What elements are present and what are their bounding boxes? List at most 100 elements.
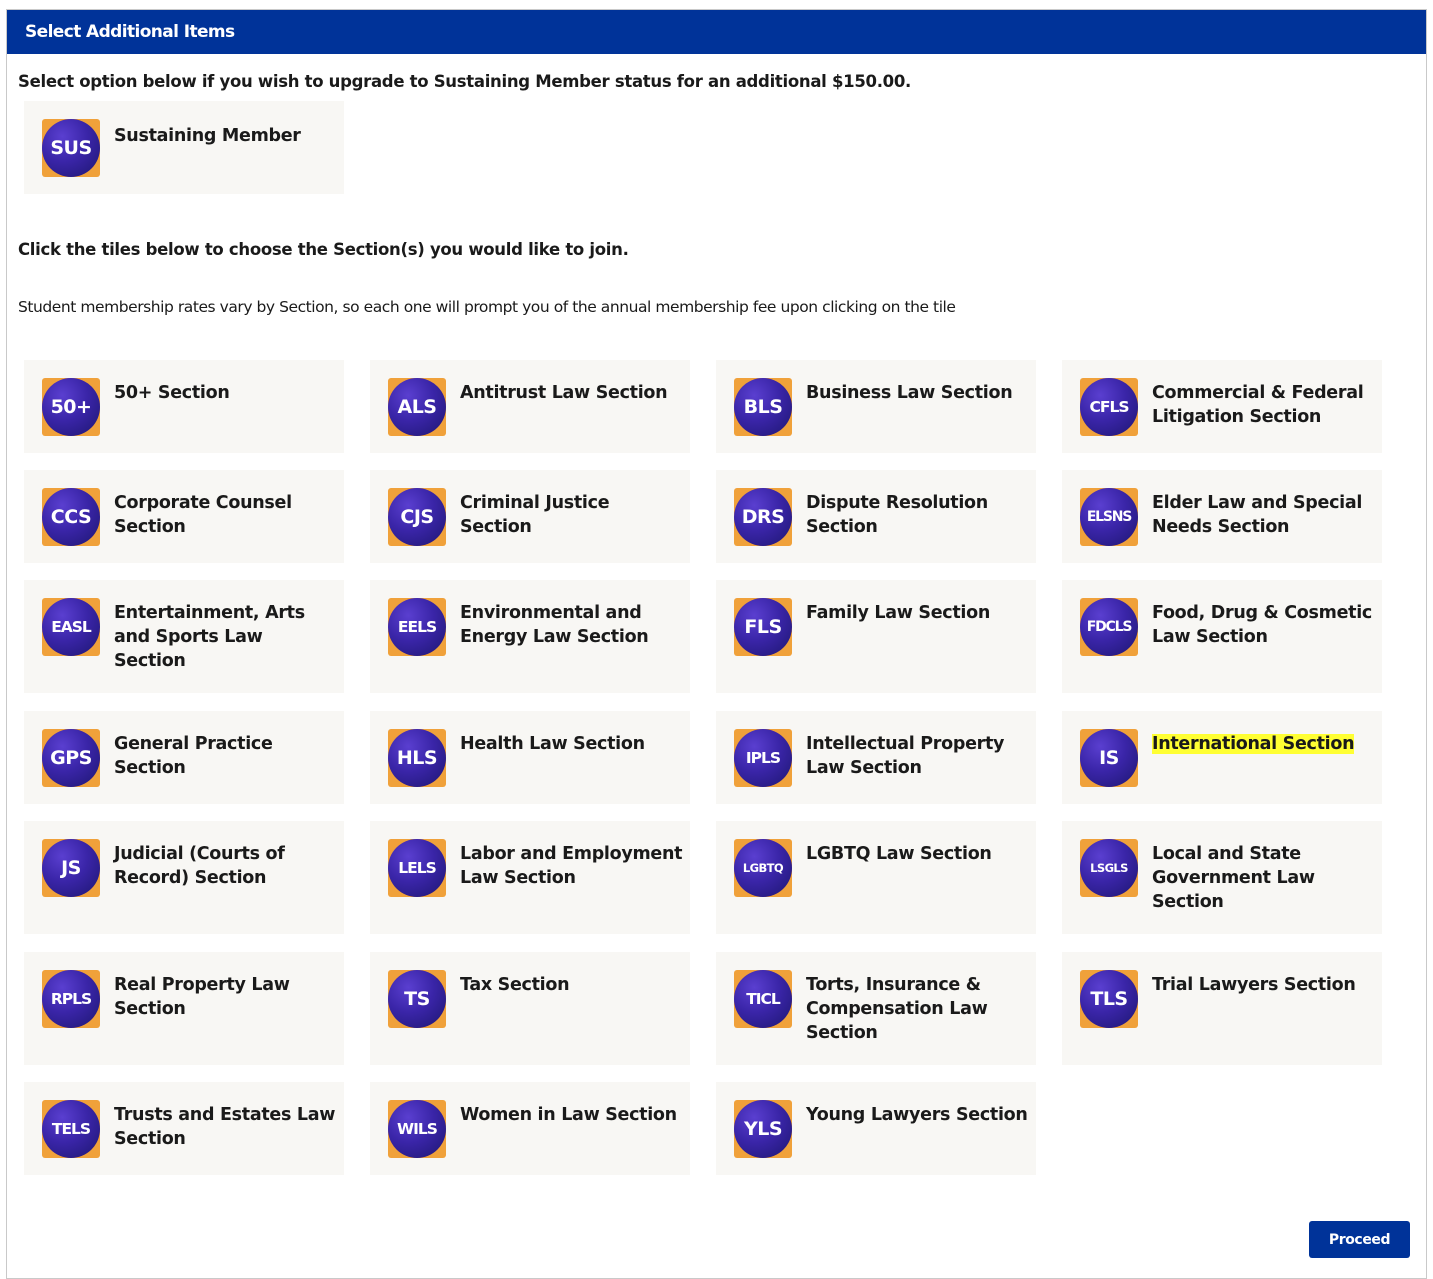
tile-sustaining-member[interactable]: SUS Sustaining Member (24, 101, 344, 194)
section-tile-cfls[interactable]: CFLS Commercial & Federal Litigation Sect… (1062, 360, 1382, 453)
highlighted-label: International Section (1152, 734, 1355, 754)
badge-cjs-icon: CJS (388, 488, 446, 546)
badge-lels-icon: LELS (388, 839, 446, 897)
tile-badge: ELSNS (1080, 488, 1138, 546)
tile-badge: TS (388, 970, 446, 1028)
section-tile-tls[interactable]: TLS Trial Lawyers Section (1062, 952, 1382, 1065)
section-tile-yls[interactable]: YLS Young Lawyers Section (716, 1082, 1036, 1175)
badge-drs-icon: DRS (734, 488, 792, 546)
tile-label: Food, Drug & Cosmetic Law Section (1152, 603, 1372, 647)
section-tile-ts[interactable]: TS Tax Section (370, 952, 690, 1065)
tile-badge: JS (42, 839, 100, 897)
tile-label: 50+ Section (114, 383, 230, 403)
sections-note: Student membership rates vary by Section… (18, 298, 956, 316)
tile-badge: ALS (388, 378, 446, 436)
tile-label: Trusts and Estates Law Section (114, 1105, 336, 1149)
section-tile-ccs[interactable]: CCS Corporate Counsel Section (24, 470, 344, 563)
badge-50-icon: 50+ (42, 378, 100, 436)
tile-label: Judicial (Courts of Record) Section (114, 844, 285, 888)
tile-label: Labor and Employment Law Section (460, 844, 683, 888)
badge-ipls-icon: IPLS (734, 729, 792, 787)
badge-ts-icon: TS (388, 970, 446, 1028)
section-tile-lsgls[interactable]: LSGLS Local and State Government Law Sect… (1062, 821, 1382, 934)
section-tile-lels[interactable]: LELS Labor and Employment Law Section (370, 821, 690, 934)
tile-label: Environmental and Energy Law Section (460, 603, 649, 647)
tile-label: Trial Lawyers Section (1152, 975, 1356, 995)
tile-badge: LGBTQ (734, 839, 792, 897)
badge-yls-icon: YLS (734, 1100, 792, 1158)
section-tile-js[interactable]: JS Judicial (Courts of Record) Section (24, 821, 344, 934)
section-tile-tels[interactable]: TELS Trusts and Estates Law Section (24, 1082, 344, 1175)
section-tile-gps[interactable]: GPS General Practice Section (24, 711, 344, 804)
badge-wils-icon: WILS (388, 1100, 446, 1158)
badge-fdcls-icon: FDCLS (1080, 598, 1138, 656)
tile-badge: LELS (388, 839, 446, 897)
section-tile-eels[interactable]: EELS Environmental and Energy Law Section (370, 580, 690, 693)
tile-badge: EASL (42, 598, 100, 656)
tile-label: Real Property Law Section (114, 975, 290, 1019)
section-tile-easl[interactable]: EASL Entertainment, Arts and Sports Law S… (24, 580, 344, 693)
tile-label: Intellectual Property Law Section (806, 734, 1005, 778)
tile-label: Torts, Insurance & Compensation Law Sect… (806, 975, 988, 1043)
tile-badge: TLS (1080, 970, 1138, 1028)
upgrade-prompt: Select option below if you wish to upgra… (18, 72, 911, 91)
section-tile-fls[interactable]: FLS Family Law Section (716, 580, 1036, 693)
section-tile-is[interactable]: IS International Section (1062, 711, 1382, 804)
proceed-button[interactable]: Proceed (1309, 1221, 1410, 1258)
badge-rpls-icon: RPLS (42, 970, 100, 1028)
section-tile-hls[interactable]: HLS Health Law Section (370, 711, 690, 804)
badge-tls-icon: TLS (1080, 970, 1138, 1028)
tile-label: Young Lawyers Section (806, 1105, 1028, 1125)
section-tile-ticl[interactable]: TICL Torts, Insurance & Compensation Law … (716, 952, 1036, 1065)
tile-badge: EELS (388, 598, 446, 656)
badge-hls-icon: HLS (388, 729, 446, 787)
badge-lsgls-icon: LSGLS (1080, 839, 1138, 897)
tile-badge: FLS (734, 598, 792, 656)
section-tile-wils[interactable]: WILS Women in Law Section (370, 1082, 690, 1175)
badge-fls-icon: FLS (734, 598, 792, 656)
tile-label: Antitrust Law Section (460, 383, 668, 403)
tile-badge: IS (1080, 729, 1138, 787)
tile-badge: FDCLS (1080, 598, 1138, 656)
tile-label: Local and State Government Law Section (1152, 844, 1315, 912)
tile-label: Elder Law and Special Needs Section (1152, 493, 1363, 537)
badge-js-icon: JS (42, 839, 100, 897)
badge-bls-icon: BLS (734, 378, 792, 436)
badge-cfls-icon: CFLS (1080, 378, 1138, 436)
tile-label: LGBTQ Law Section (806, 844, 992, 864)
section-tile-bls[interactable]: BLS Business Law Section (716, 360, 1036, 453)
sections-prompt: Click the tiles below to choose the Sect… (18, 240, 629, 259)
tile-badge: TELS (42, 1100, 100, 1158)
section-tile-fdcls[interactable]: FDCLS Food, Drug & Cosmetic Law Section (1062, 580, 1382, 693)
tile-label: Criminal Justice Section (460, 493, 610, 537)
badge-ticl-icon: TICL (734, 970, 792, 1028)
section-tile-drs[interactable]: DRS Dispute Resolution Section (716, 470, 1036, 563)
section-tile-cjs[interactable]: CJS Criminal Justice Section (370, 470, 690, 563)
badge-gps-icon: GPS (42, 729, 100, 787)
badge-sus-icon: SUS (42, 119, 100, 177)
tile-badge: CCS (42, 488, 100, 546)
tile-badge: LSGLS (1080, 839, 1138, 897)
tile-label: Family Law Section (806, 603, 990, 623)
tile-badge: DRS (734, 488, 792, 546)
tile-badge: RPLS (42, 970, 100, 1028)
tile-label: General Practice Section (114, 734, 273, 778)
tile-badge: WILS (388, 1100, 446, 1158)
section-tile-als[interactable]: ALS Antitrust Law Section (370, 360, 690, 453)
section-tile-50[interactable]: 50+ 50+ Section (24, 360, 344, 453)
badge-als-icon: ALS (388, 378, 446, 436)
badge-elsns-icon: ELSNS (1080, 488, 1138, 546)
tile-badge: GPS (42, 729, 100, 787)
tile-label: Women in Law Section (460, 1105, 677, 1125)
section-tile-rpls[interactable]: RPLS Real Property Law Section (24, 952, 344, 1065)
tile-badge: CFLS (1080, 378, 1138, 436)
panel-header: Select Additional Items (7, 10, 1426, 54)
section-tile-ipls[interactable]: IPLS Intellectual Property Law Section (716, 711, 1036, 804)
badge-tels-icon: TELS (42, 1100, 100, 1158)
tile-label: Commercial & Federal Litigation Section (1152, 383, 1364, 427)
tile-label: Entertainment, Arts and Sports Law Secti… (114, 603, 305, 671)
section-tile-lgbtq[interactable]: LGBTQ LGBTQ Law Section (716, 821, 1036, 934)
section-tile-elsns[interactable]: ELSNS Elder Law and Special Needs Section (1062, 470, 1382, 563)
tile-label: Corporate Counsel Section (114, 493, 292, 537)
tile-label: Sustaining Member (114, 126, 301, 146)
